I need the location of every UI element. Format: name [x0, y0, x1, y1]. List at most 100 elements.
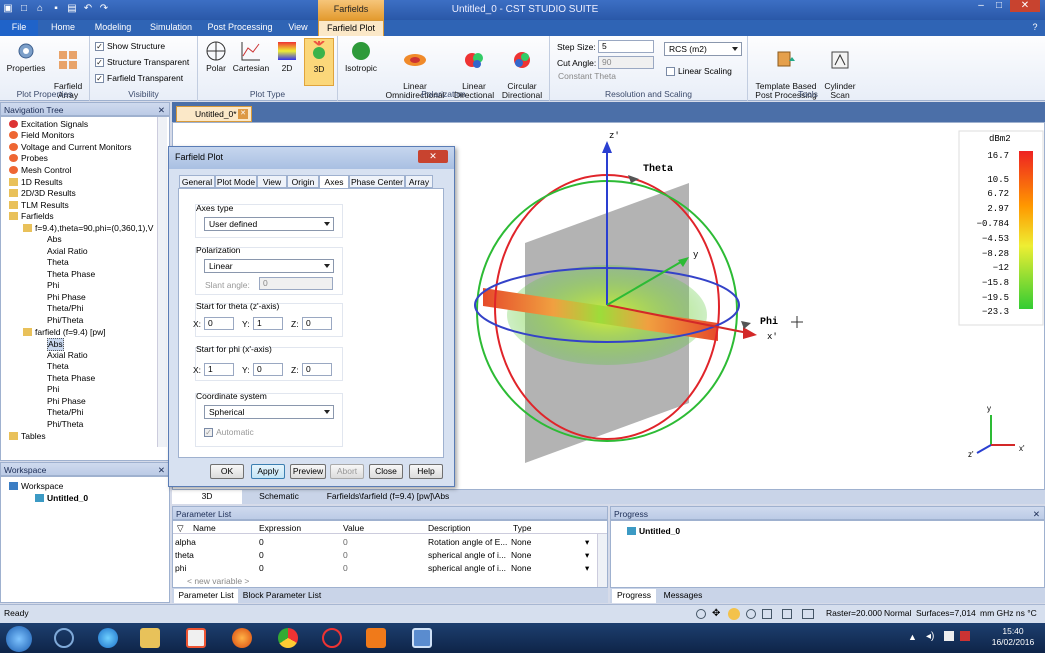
tree-item[interactable]: Phi Phase — [47, 396, 86, 407]
tree-item[interactable]: Field Monitors — [9, 130, 74, 141]
maximize-button[interactable]: □ — [990, 0, 1008, 12]
new-icon[interactable]: □ — [18, 3, 30, 15]
tab-modeling[interactable]: Modeling — [88, 20, 138, 36]
tree-scrollbar[interactable] — [157, 117, 167, 447]
dialog-tab-array[interactable]: Array — [405, 175, 433, 188]
flag-icon[interactable] — [960, 631, 970, 641]
cell-type[interactable]: None — [511, 550, 531, 560]
tree-item[interactable]: Phi/Theta — [47, 315, 83, 326]
tree-item[interactable]: Theta — [47, 257, 69, 268]
step-size-input[interactable]: 5 — [598, 40, 654, 53]
dialog-title-bar[interactable]: Farfield Plot ✕ — [169, 147, 454, 169]
app-icon-2[interactable] — [322, 628, 342, 648]
column-header[interactable]: Expression — [259, 523, 301, 533]
close-icon[interactable]: ✕ — [158, 463, 165, 477]
isotropic-button[interactable]: Isotropic — [342, 40, 380, 73]
structure-transparent-checkbox[interactable]: ✓ Structure Transparent — [95, 57, 189, 67]
cell-type[interactable]: None — [511, 537, 531, 547]
tree-item[interactable]: TLM Results — [9, 200, 69, 211]
cell-type[interactable]: None — [511, 563, 531, 573]
tray-arrow-icon[interactable]: ▲ — [908, 632, 917, 642]
tree-item[interactable]: Theta/Phi — [47, 407, 83, 418]
dialog-tab-view[interactable]: View — [257, 175, 287, 188]
close-tab-icon[interactable]: ✕ — [238, 109, 248, 119]
tab-file[interactable]: File — [0, 20, 38, 36]
tab-post-processing[interactable]: Post Processing — [204, 20, 276, 36]
tree-item[interactable]: Mesh Control — [9, 165, 72, 176]
tab-messages[interactable]: Messages — [660, 589, 706, 603]
farfield-transparent-checkbox[interactable]: ✓ Farfield Transparent — [95, 73, 183, 83]
tab-simulation[interactable]: Simulation — [144, 20, 198, 36]
tree-item[interactable]: Probes — [9, 153, 48, 164]
pdf-icon[interactable] — [366, 628, 386, 648]
file-explorer-icon[interactable] — [140, 628, 160, 648]
cell-expression[interactable]: 0 — [259, 563, 264, 573]
network-icon[interactable] — [944, 631, 954, 641]
theta-y-input[interactable]: 1 — [253, 317, 283, 330]
abort-button[interactable]: Abort — [330, 464, 364, 479]
phi-x-input[interactable]: 1 — [204, 363, 234, 376]
slant-angle-input[interactable]: 0 — [259, 277, 333, 290]
coordinate-system-dropdown[interactable]: Spherical — [204, 405, 334, 419]
dialog-close-button[interactable]: ✕ — [418, 150, 448, 163]
firefox-icon[interactable] — [232, 628, 252, 648]
print-icon[interactable]: ▤ — [66, 3, 78, 15]
theta-z-input[interactable]: 0 — [302, 317, 332, 330]
view-icon[interactable] — [782, 609, 792, 619]
column-header[interactable]: Type — [513, 523, 531, 533]
ok-button[interactable]: OK — [210, 464, 244, 479]
filter-icon[interactable]: ▽ — [177, 523, 184, 534]
zoom-fit-icon[interactable] — [746, 609, 756, 619]
open-icon[interactable]: ⌂ — [34, 3, 46, 15]
2d-button[interactable]: 2D — [274, 40, 300, 73]
table-row[interactable]: phi 0 0 spherical angle of i... None ▾ — [173, 561, 597, 574]
3d-button[interactable]: 3D — [304, 38, 334, 86]
phi-y-input[interactable]: 0 — [253, 363, 283, 376]
column-header[interactable]: Description — [428, 523, 471, 533]
help-icon[interactable]: ? — [1028, 20, 1042, 36]
tree-item[interactable]: Phi/Theta — [47, 419, 83, 430]
constant-theta-dropdown[interactable]: Constant Theta — [555, 71, 631, 84]
close-icon[interactable]: ✕ — [1033, 507, 1040, 521]
tree-item[interactable]: Excitation Signals — [9, 119, 88, 130]
cell-expression[interactable]: 0 — [259, 550, 264, 560]
automatic-checkbox[interactable]: ✓ Automatic — [204, 427, 254, 437]
media-player-icon[interactable] — [186, 628, 206, 648]
dialog-tab-general[interactable]: General — [179, 175, 215, 188]
column-header[interactable]: Value — [343, 523, 364, 533]
dialog-tab-axes[interactable]: Axes — [319, 175, 349, 189]
help-button[interactable]: Help — [409, 464, 443, 479]
dropdown-arrow-icon[interactable]: ▾ — [585, 550, 589, 561]
preview-button[interactable]: Preview — [290, 464, 326, 479]
tab-home[interactable]: Home — [44, 20, 82, 36]
cut-angle-input[interactable]: 90 — [598, 56, 654, 69]
tree-item[interactable]: Abs — [47, 234, 62, 245]
start-button[interactable] — [6, 626, 32, 652]
polar-button[interactable]: Polar — [202, 40, 230, 73]
tree-item[interactable]: Voltage and Current Monitors — [9, 142, 132, 153]
cube-view-icon[interactable] — [802, 609, 814, 619]
table-scrollbar[interactable] — [597, 534, 607, 587]
tab-farfield-plot[interactable]: Farfield Plot — [318, 20, 384, 36]
tree-item[interactable]: Farfields — [9, 211, 54, 222]
tab-parameter-list[interactable]: Parameter List — [174, 589, 238, 603]
tree-item[interactable]: Axial Ratio — [47, 350, 88, 361]
properties-button[interactable]: Properties — [6, 40, 46, 73]
tab-progress[interactable]: Progress — [612, 589, 656, 603]
redo-icon[interactable]: ↷ — [98, 3, 110, 15]
volume-icon[interactable]: ◂) — [926, 631, 934, 642]
tree-item[interactable]: Theta Phase — [47, 373, 95, 384]
dropdown-arrow-icon[interactable]: ▾ — [585, 563, 589, 574]
new-variable-placeholder[interactable]: < new variable > — [187, 576, 249, 586]
tree-item[interactable]: Tables — [9, 431, 46, 442]
tab-block-parameter-list[interactable]: Block Parameter List — [242, 589, 322, 603]
table-new-row[interactable]: < new variable > — [173, 575, 597, 587]
workspace-root[interactable]: Workspace — [9, 481, 63, 492]
polarization-dropdown[interactable]: Linear — [204, 259, 334, 273]
dialog-tab-origin[interactable]: Origin — [287, 175, 319, 188]
view-tab-schematic[interactable]: Schematic — [246, 490, 312, 504]
tree-item[interactable]: Phi — [47, 384, 59, 395]
table-row[interactable]: theta 0 0 spherical angle of i... None ▾ — [173, 548, 597, 561]
cartesian-button[interactable]: Cartesian — [232, 40, 270, 73]
tree-item[interactable]: Phi Phase — [47, 292, 86, 303]
